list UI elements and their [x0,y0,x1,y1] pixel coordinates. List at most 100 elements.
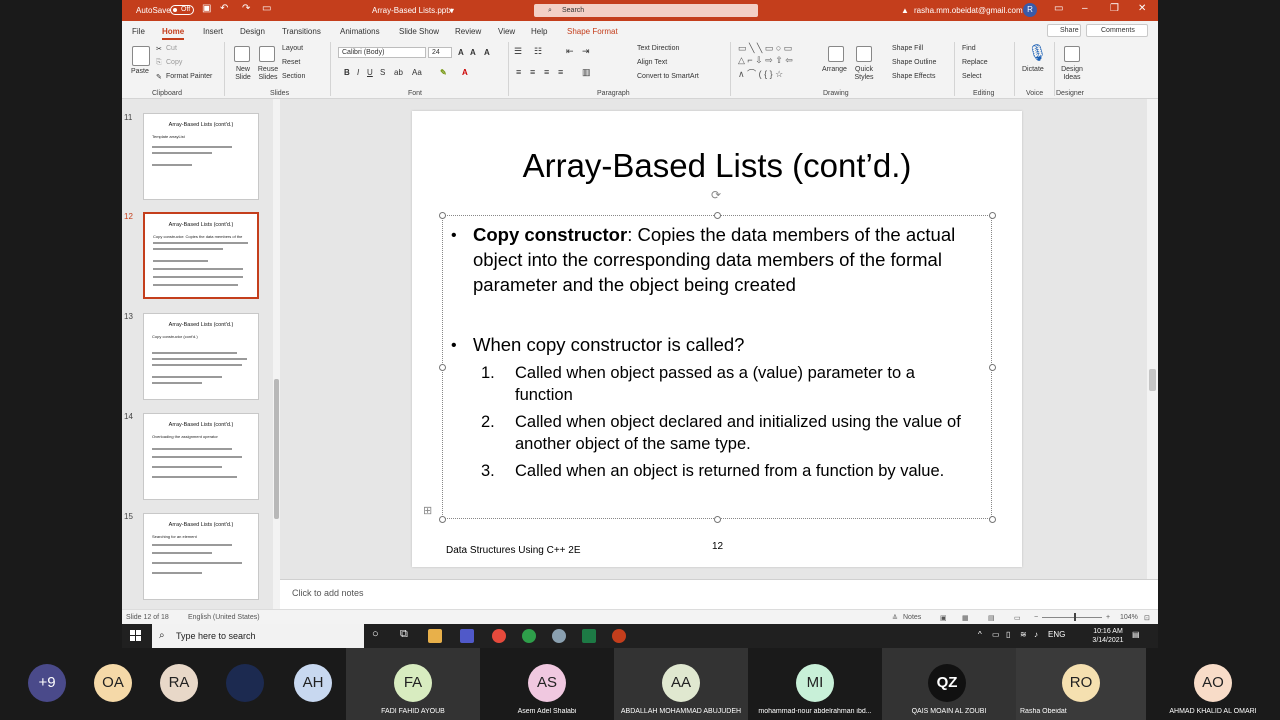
file-explorer-icon[interactable] [428,629,442,643]
slide-title[interactable]: Array-Based Lists (cont’d.) [412,147,1022,185]
format-painter-label[interactable]: Format Painter [166,73,212,80]
participant-tile[interactable]: MI mohammad-nour abdelrahman ibd... [748,648,882,720]
notifications-icon[interactable]: ▤ [1132,630,1140,639]
undo-icon[interactable]: ↶ [220,3,228,14]
zoom-in-icon[interactable]: + [1106,614,1110,621]
underline-icon[interactable]: U [367,68,373,77]
quick-styles-icon[interactable] [856,46,872,62]
tab-help[interactable]: Help [531,27,547,36]
volume-icon[interactable]: ♪ [1034,630,1038,639]
battery-icon[interactable]: ▯ [1006,630,1010,639]
minimize-icon[interactable]: – [1082,3,1088,14]
design-ideas-label[interactable]: Design Ideas [1059,66,1085,82]
network-icon[interactable]: ▭ [992,630,1000,639]
increase-font-icon[interactable]: A [458,48,464,57]
character-spacing-icon[interactable]: ab [394,68,403,77]
participant-tile[interactable]: OA [94,648,160,720]
slide-thumbnail-selected[interactable]: Array-Based Lists (cont'd.) Copy constru… [143,212,259,299]
content-placeholder[interactable]: ⊞ • Copy constructor: Copies the data me… [423,212,996,523]
participant-tile[interactable] [226,648,292,720]
task-view-icon[interactable]: ⧉ [400,628,408,641]
font-size-combo[interactable]: 24 [428,47,452,58]
teams-icon[interactable] [460,629,474,643]
participant-tile[interactable]: FA FADI FAHID AYOUB [346,648,480,720]
tab-slide-show[interactable]: Slide Show [399,27,439,36]
slide-thumbnail[interactable]: Array-Based Lists (cont'd.) Copy constru… [143,313,259,400]
align-left-icon[interactable]: ≡ [516,67,521,77]
scrollbar-thumb[interactable] [274,379,279,519]
shape-fill-label[interactable]: Shape Fill [892,45,923,52]
shapes-gallery-row3[interactable]: ∧ ⌒ ( { } ☆ [738,67,783,80]
notes-pane[interactable]: Click to add notes [280,579,1158,609]
increase-indent-icon[interactable]: ⇥ [582,46,590,57]
decrease-font-icon[interactable]: A [470,48,476,57]
participant-tile[interactable]: RO Rasha Obeidat [1016,648,1146,720]
zoom-slider-thumb[interactable] [1074,613,1076,621]
ribbon-display-icon[interactable]: ▭ [1054,3,1063,14]
app-icon[interactable] [522,629,536,643]
strikethrough-icon[interactable]: S [380,68,385,77]
tab-design[interactable]: Design [240,27,265,36]
language-status[interactable]: English (United States) [188,614,260,621]
normal-view-icon[interactable]: ▣ [940,614,947,622]
wifi-icon[interactable]: ≋ [1020,630,1027,639]
dictate-label[interactable]: Dictate [1022,66,1044,73]
tab-shape-format[interactable]: Shape Format [567,27,618,36]
notes-icon[interactable]: ≙ [892,614,898,622]
layout-options-icon[interactable]: ⊞ [423,504,432,517]
zoom-slider[interactable] [1042,617,1102,618]
tray-chevron-icon[interactable]: ^ [978,630,982,639]
numbering-icon[interactable]: ☷ [534,46,542,57]
participant-tile[interactable]: AS Asem Adel Shalabi [480,648,614,720]
resize-handle[interactable] [714,212,721,219]
cortana-icon[interactable]: ○ [372,628,379,640]
present-icon[interactable]: ▭ [262,3,271,14]
shapes-gallery[interactable]: ▭ ╲ ╲ ▭ ○ ▭ [738,43,792,54]
slide-sorter-icon[interactable]: ▦ [962,614,969,622]
convert-smartart-label[interactable]: Convert to SmartArt [637,73,699,80]
align-center-icon[interactable]: ≡ [530,67,535,77]
slide-thumbnail[interactable]: Array-Based Lists (cont'd.) Overloading … [143,413,259,500]
shape-outline-label[interactable]: Shape Outline [892,59,936,66]
reset-label[interactable]: Reset [282,59,300,66]
paste-label[interactable]: Paste [131,68,149,75]
copy-label[interactable]: Copy [166,59,182,66]
paste-icon[interactable] [132,46,150,66]
highlight-icon[interactable]: ✎ [440,68,447,77]
participant-tile[interactable]: AA ABDALLAH MOHAMMAD ABUJUDEH [614,648,748,720]
copy-icon[interactable]: ⎘ [156,59,162,67]
chrome-icon[interactable] [492,629,506,643]
slideshow-icon[interactable]: ▭ [1014,614,1021,622]
windows-start-icon[interactable] [130,630,142,642]
app-icon[interactable] [552,629,566,643]
find-label[interactable]: Find [962,45,976,52]
excel-icon[interactable] [582,629,596,643]
tab-home[interactable]: Home [162,27,185,40]
tab-transitions[interactable]: Transitions [282,27,321,36]
slide-thumbnail[interactable]: Array-Based Lists (cont'd.) Template arr… [143,113,259,200]
shapes-gallery-row2[interactable]: △ ⌐ ⇩ ⇨ ⇧ ⇦ [738,55,793,66]
powerpoint-icon[interactable] [612,629,626,643]
language-indicator[interactable]: ENG [1048,630,1065,639]
zoom-level[interactable]: 104% [1120,614,1138,621]
arrange-icon[interactable] [828,46,844,62]
participant-tile[interactable]: RA [160,648,226,720]
columns-icon[interactable]: ▥ [582,67,591,78]
title-chevron-icon[interactable]: ▾ [450,6,454,15]
participant-tile[interactable]: AH [294,648,346,720]
thumbnail-scrollbar[interactable] [273,99,280,609]
reuse-slides-icon[interactable] [259,46,275,62]
quick-styles-label[interactable]: Quick Styles [852,66,876,82]
participant-tile[interactable]: QZ QAIS MOAIN AL ZOUBI [882,648,1016,720]
bullets-icon[interactable]: ☰ [514,46,522,57]
clock[interactable]: 10:16 AM 3/14/2021 [1088,627,1128,645]
font-name-combo[interactable]: Calibri (Body) [338,47,426,58]
participant-tile[interactable]: AO AHMAD KHALID AL OMARI [1146,648,1280,720]
resize-handle[interactable] [989,516,996,523]
rotate-handle-icon[interactable]: ⟳ [711,188,721,202]
shape-effects-label[interactable]: Shape Effects [892,73,935,80]
comments-button[interactable]: Comments [1086,24,1148,37]
resize-handle[interactable] [989,364,996,371]
italic-icon[interactable]: I [357,68,359,77]
reuse-slides-label[interactable]: Reuse Slides [256,66,280,82]
